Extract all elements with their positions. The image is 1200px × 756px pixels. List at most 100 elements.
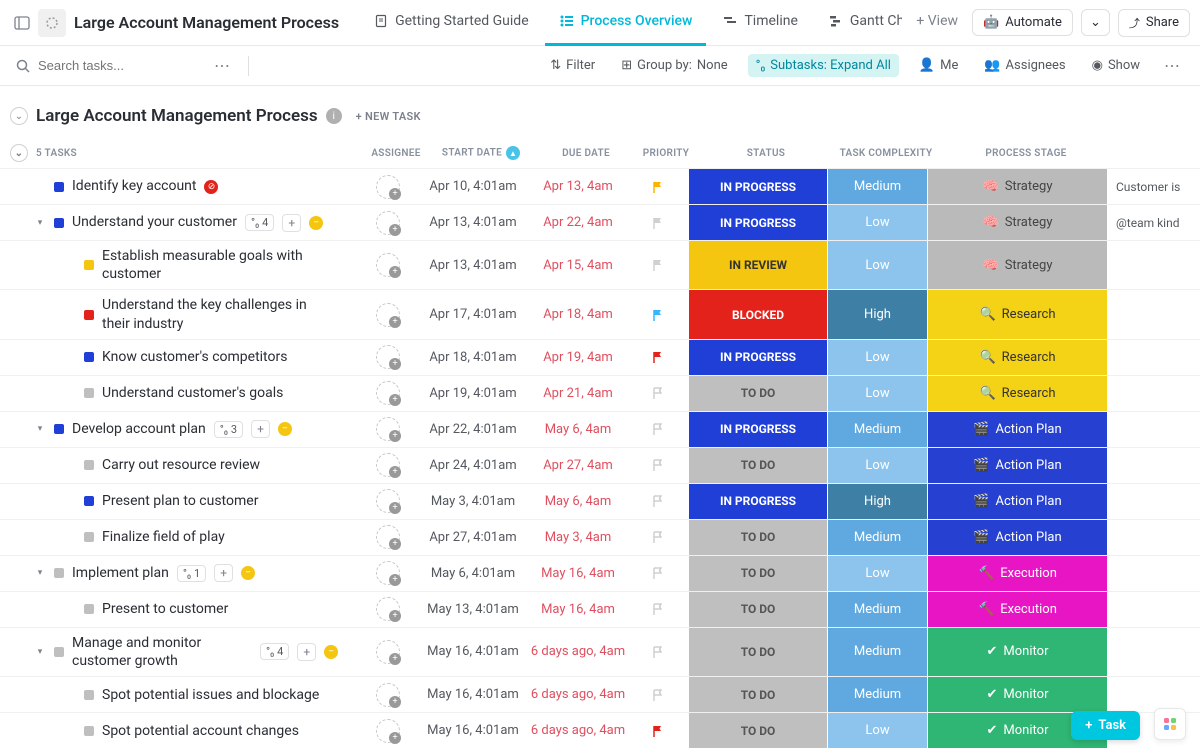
complexity-cell[interactable]: Low	[828, 205, 928, 240]
extra-cell[interactable]	[1108, 448, 1200, 483]
priority-cell[interactable]	[628, 205, 688, 240]
col-status[interactable]: STATUS	[696, 148, 836, 159]
start-date-cell[interactable]: Apr 18, 4:01am	[418, 340, 528, 375]
priority-cell[interactable]	[628, 677, 688, 712]
stage-cell[interactable]: 🎬Action Plan	[928, 520, 1108, 555]
filter-button[interactable]: ⇅Filter	[544, 54, 601, 77]
col-tasks-label[interactable]: 5 TASKS	[36, 148, 366, 159]
assignee-add-icon[interactable]	[376, 253, 400, 277]
subtask-count-badge[interactable]: °₀4	[260, 643, 289, 660]
list-collapse-toggle[interactable]: ⌄	[10, 144, 28, 162]
status-cell[interactable]: BLOCKED	[688, 290, 828, 338]
tab-gantt-chart[interactable]: Gantt Chart	[814, 0, 902, 46]
task-name[interactable]: Carry out resource review	[102, 450, 260, 480]
priority-cell[interactable]	[628, 520, 688, 555]
status-box-icon[interactable]	[84, 532, 94, 542]
task-name[interactable]: Understand the key challenges in their i…	[102, 290, 322, 338]
group-by-button[interactable]: ⊞Group by: None	[615, 54, 733, 77]
start-date-cell[interactable]: May 16, 4:01am	[418, 677, 528, 712]
stage-cell[interactable]: ✔Monitor	[928, 677, 1108, 712]
automate-dropdown[interactable]: ⌄	[1081, 9, 1110, 36]
subtask-count-badge[interactable]: °₀1	[177, 565, 206, 582]
assignee-add-icon[interactable]	[376, 489, 400, 513]
start-date-cell[interactable]: May 3, 4:01am	[418, 484, 528, 519]
assignee-add-icon[interactable]	[376, 525, 400, 549]
status-cell[interactable]: IN PROGRESS	[688, 205, 828, 240]
due-date-cell[interactable]: 6 days ago, 4am	[528, 677, 628, 712]
assignee-add-icon[interactable]	[376, 640, 400, 664]
status-cell[interactable]: IN PROGRESS	[688, 169, 828, 204]
status-cell[interactable]: TO DO	[688, 520, 828, 555]
status-cell[interactable]: TO DO	[688, 448, 828, 483]
assignee-add-icon[interactable]	[376, 417, 400, 441]
stage-cell[interactable]: 🔨Execution	[928, 592, 1108, 627]
add-view-button[interactable]: + View	[906, 0, 968, 46]
complexity-cell[interactable]: High	[828, 290, 928, 338]
task-name[interactable]: Establish measurable goals with customer	[102, 241, 322, 289]
assignee-add-icon[interactable]	[376, 597, 400, 621]
stage-cell[interactable]: 🧠Strategy	[928, 169, 1108, 204]
due-date-cell[interactable]: Apr 15, 4am	[528, 241, 628, 289]
stage-cell[interactable]: 🧠Strategy	[928, 241, 1108, 289]
add-subtask-button[interactable]: +	[282, 214, 301, 232]
status-cell[interactable]: IN PROGRESS	[688, 484, 828, 519]
due-date-cell[interactable]: Apr 22, 4am	[528, 205, 628, 240]
col-start-date[interactable]: START DATE▲	[426, 146, 536, 160]
start-date-cell[interactable]: Apr 24, 4:01am	[418, 448, 528, 483]
priority-cell[interactable]	[628, 713, 688, 748]
priority-cell[interactable]	[628, 169, 688, 204]
assignee-add-icon[interactable]	[376, 561, 400, 585]
complexity-cell[interactable]: Medium	[828, 677, 928, 712]
status-cell[interactable]: IN PROGRESS	[688, 412, 828, 447]
complexity-cell[interactable]: Medium	[828, 592, 928, 627]
extra-cell[interactable]	[1108, 241, 1200, 289]
extra-cell[interactable]: @team kind	[1108, 205, 1200, 240]
show-button[interactable]: ◉Show	[1086, 54, 1146, 77]
subtask-count-badge[interactable]: °₀4	[245, 214, 274, 231]
status-box-icon[interactable]	[84, 604, 94, 614]
due-date-cell[interactable]: 6 days ago, 4am	[528, 628, 628, 676]
start-date-cell[interactable]: May 6, 4:01am	[418, 556, 528, 591]
apps-fab[interactable]	[1154, 708, 1186, 740]
task-name[interactable]: Know customer's competitors	[102, 342, 287, 372]
due-date-cell[interactable]: May 6, 4am	[528, 484, 628, 519]
start-date-cell[interactable]: Apr 19, 4:01am	[418, 376, 528, 411]
due-date-cell[interactable]: Apr 18, 4am	[528, 290, 628, 338]
add-subtask-button[interactable]: +	[297, 643, 316, 661]
task-name[interactable]: Identify key account	[72, 171, 196, 201]
tab-getting-started-guide[interactable]: Getting Started Guide	[359, 0, 543, 46]
due-date-cell[interactable]: May 16, 4am	[528, 556, 628, 591]
start-date-cell[interactable]: Apr 27, 4:01am	[418, 520, 528, 555]
status-box-icon[interactable]	[84, 690, 94, 700]
status-box-icon[interactable]	[84, 496, 94, 506]
status-cell[interactable]: TO DO	[688, 713, 828, 748]
complexity-cell[interactable]: Medium	[828, 520, 928, 555]
space-icon[interactable]	[38, 9, 66, 37]
status-box-icon[interactable]	[54, 568, 64, 578]
stage-cell[interactable]: 🔍Research	[928, 376, 1108, 411]
complexity-cell[interactable]: High	[828, 484, 928, 519]
status-cell[interactable]: TO DO	[688, 592, 828, 627]
priority-cell[interactable]	[628, 412, 688, 447]
task-name[interactable]: Finalize field of play	[102, 522, 225, 552]
add-subtask-button[interactable]: +	[251, 420, 270, 438]
col-process-stage[interactable]: PROCESS STAGE	[936, 148, 1116, 159]
expand-toggle-icon[interactable]: ▾	[34, 647, 46, 657]
assignee-add-icon[interactable]	[376, 175, 400, 199]
status-cell[interactable]: TO DO	[688, 376, 828, 411]
assignee-add-icon[interactable]	[376, 719, 400, 743]
task-name[interactable]: Manage and monitor customer growth	[72, 628, 252, 676]
extra-cell[interactable]	[1108, 412, 1200, 447]
status-cell[interactable]: IN REVIEW	[688, 241, 828, 289]
due-date-cell[interactable]: Apr 21, 4am	[528, 376, 628, 411]
status-box-icon[interactable]	[54, 647, 64, 657]
extra-cell[interactable]	[1108, 556, 1200, 591]
start-date-cell[interactable]: Apr 10, 4:01am	[418, 169, 528, 204]
extra-cell[interactable]	[1108, 290, 1200, 338]
automate-button[interactable]: 🤖 Automate	[972, 9, 1073, 36]
expand-toggle-icon[interactable]: ▾	[34, 424, 46, 434]
status-box-icon[interactable]	[54, 424, 64, 434]
tab-timeline[interactable]: Timeline	[708, 0, 811, 46]
priority-cell[interactable]	[628, 340, 688, 375]
start-date-cell[interactable]: Apr 17, 4:01am	[418, 290, 528, 338]
